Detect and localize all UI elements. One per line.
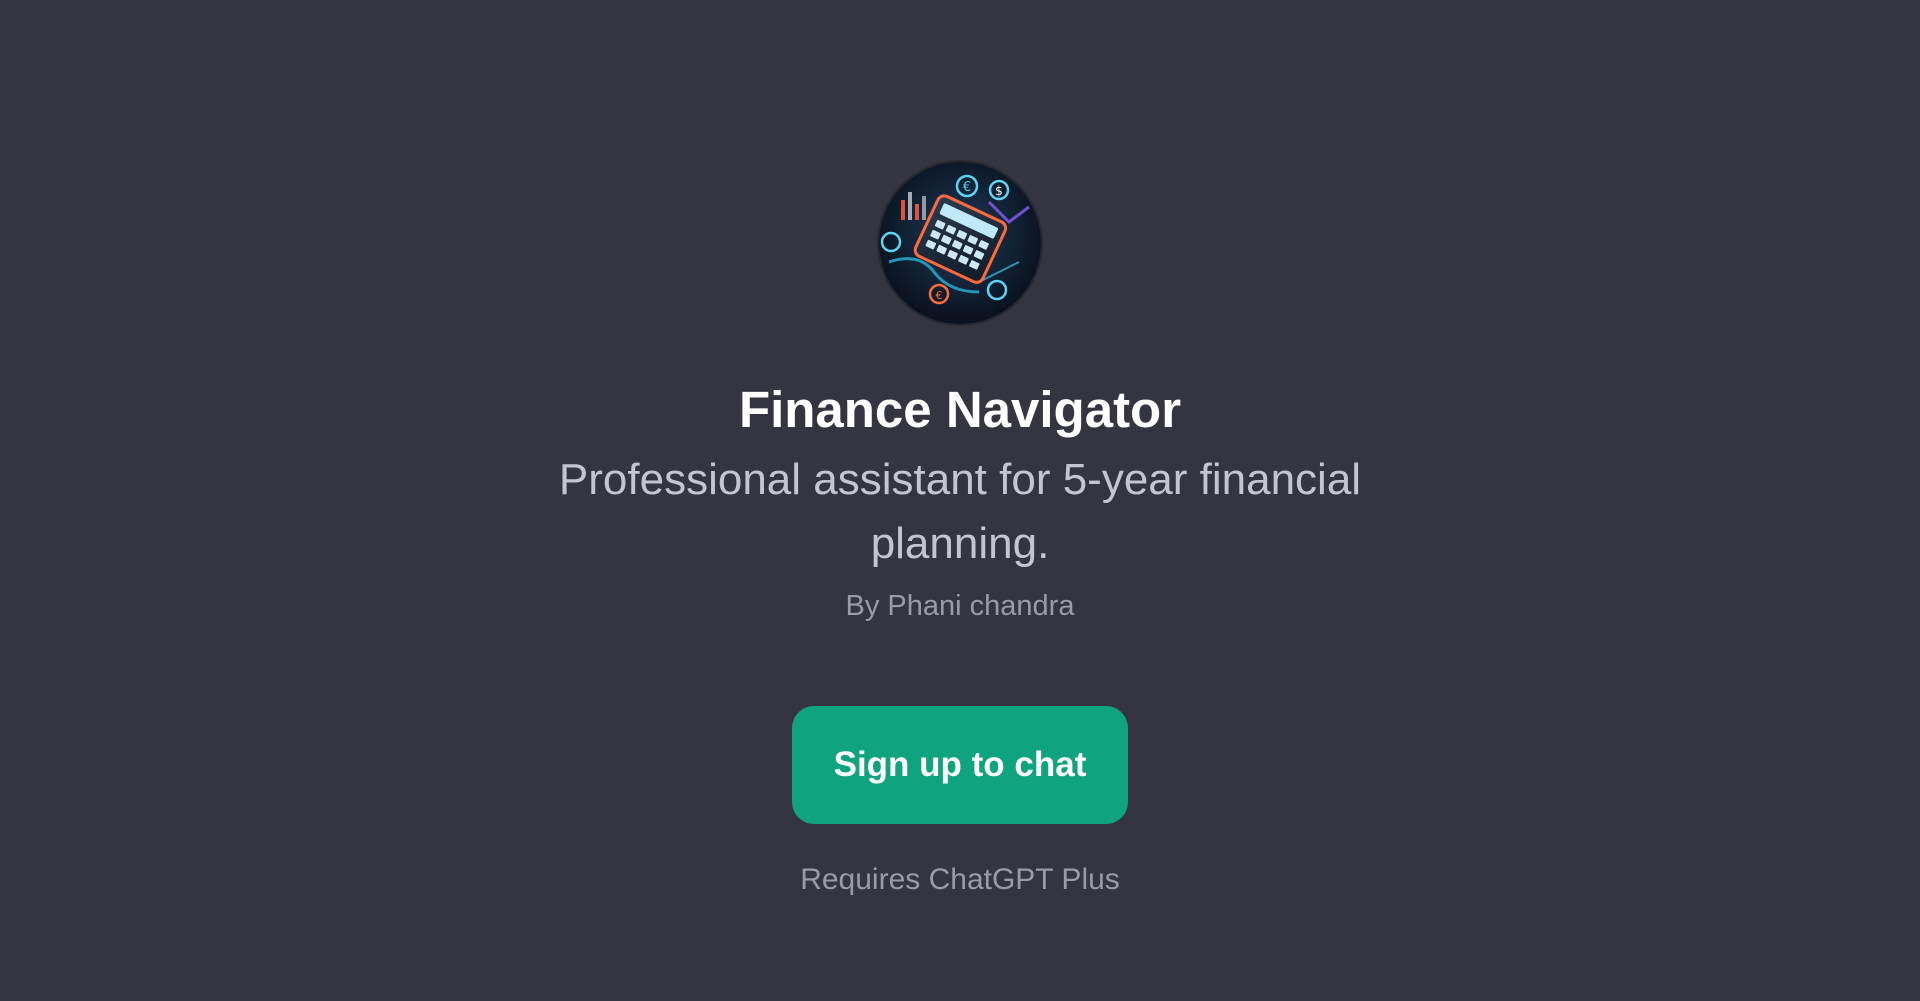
svg-text:$: $ <box>995 184 1003 198</box>
requirement-note: Requires ChatGPT Plus <box>800 863 1120 896</box>
svg-text:€: € <box>963 180 971 195</box>
calculator-finance-icon: € $ € <box>879 162 1041 324</box>
gpt-landing-page: € $ € Finance Navigator Professional ass… <box>0 0 1920 1001</box>
gpt-avatar: € $ € <box>879 162 1041 324</box>
gpt-author: By Phani chandra <box>845 590 1075 622</box>
gpt-description: Professional assistant for 5-year financ… <box>558 455 1362 568</box>
svg-text:€: € <box>936 289 943 302</box>
gpt-title: Finance Navigator <box>738 381 1182 438</box>
gpt-profile: € $ € Finance Navigator Professional ass… <box>0 0 1920 898</box>
sign-up-to-chat-button[interactable]: Sign up to chat <box>792 706 1128 824</box>
